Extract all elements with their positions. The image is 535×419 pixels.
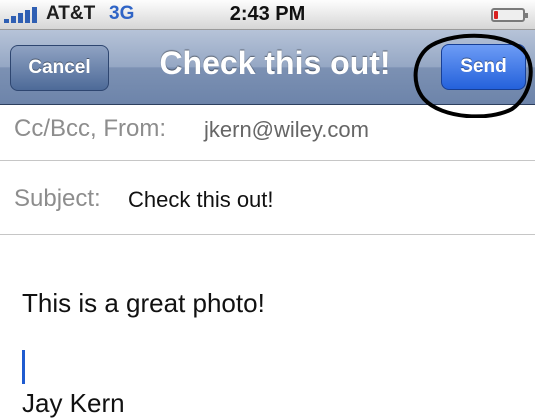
status-time: 2:43 PM [229, 3, 306, 25]
from-address: jkern@wiley.com [204, 117, 369, 142]
message-signature[interactable]: Jay Kern [22, 388, 125, 419]
page-title: Check this out! [159, 45, 391, 81]
text-cursor-icon [22, 350, 25, 384]
navigation-bar: Cancel Check this out! Send [0, 30, 535, 105]
subject-field[interactable]: Subject: Check this out! [0, 161, 535, 235]
battery-icon [491, 8, 528, 22]
cc-bcc-from-label: Cc/Bcc, From: [14, 115, 167, 142]
battery-fill [494, 11, 498, 19]
send-button[interactable]: Send [441, 44, 526, 90]
subject-value[interactable]: Check this out! [128, 187, 274, 213]
cc-bcc-from-field[interactable]: Cc/Bcc, From: jkern@wiley.com [0, 105, 535, 161]
message-body[interactable]: This is a great photo! [22, 288, 265, 319]
subject-label: Subject: [14, 185, 101, 212]
status-bar: AT&T 3G 2:43 PM [0, 0, 535, 30]
cancel-button[interactable]: Cancel [10, 45, 109, 91]
